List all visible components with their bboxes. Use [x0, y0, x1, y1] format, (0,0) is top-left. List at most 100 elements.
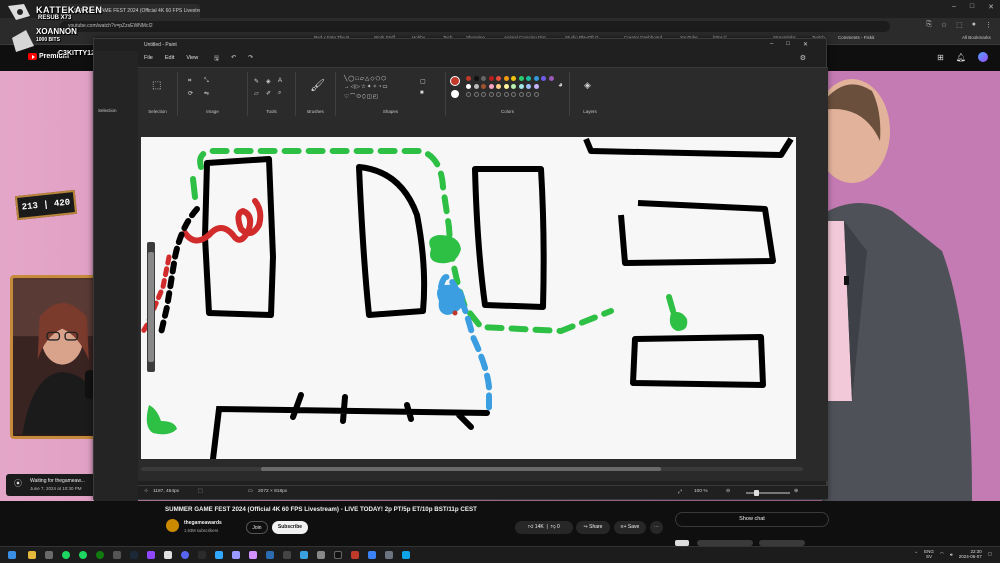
brush-icon[interactable]: 🖌︎ — [310, 78, 325, 92]
empty-color-slot[interactable] — [466, 92, 471, 97]
app-icon[interactable] — [317, 551, 325, 559]
app-icon[interactable] — [368, 551, 376, 559]
like-count[interactable]: 14K — [535, 524, 544, 530]
app-icon[interactable] — [300, 551, 308, 559]
color-swatch[interactable] — [496, 76, 501, 81]
selection-icon[interactable]: ⬚ — [152, 80, 161, 91]
fill-icon[interactable]: ◈ — [266, 78, 271, 85]
color-swatch[interactable] — [488, 76, 494, 81]
crop-icon[interactable]: ⌗ — [188, 78, 191, 85]
resize-icon[interactable]: ⤡ — [204, 78, 209, 85]
twitch-icon[interactable] — [147, 551, 155, 559]
subscribe-button[interactable]: Subscribe — [272, 521, 308, 534]
steam-icon[interactable] — [130, 551, 138, 559]
color-swatch[interactable] — [526, 76, 531, 81]
app-icon[interactable] — [385, 551, 393, 559]
file-explorer-icon[interactable] — [28, 551, 36, 559]
all-bookmarks[interactable]: All Bookmarks — [962, 35, 991, 40]
empty-color-slot[interactable] — [496, 92, 501, 97]
color-swatch[interactable] — [511, 84, 516, 89]
like-icon[interactable]: 👍︎ — [528, 524, 533, 530]
shapes-icon[interactable]: ╲◯□▱△◇⬠⬡ — [344, 76, 387, 82]
capcut-icon[interactable] — [334, 551, 342, 559]
secondary-color-swatch[interactable] — [451, 90, 459, 98]
maximize-icon[interactable]: □ — [786, 41, 790, 48]
color-swatch[interactable] — [548, 76, 554, 81]
empty-color-slot[interactable] — [526, 92, 531, 97]
text-icon[interactable]: A — [278, 78, 282, 84]
fit-icon[interactable]: ⤢ — [678, 489, 682, 495]
cast-icon[interactable]: ⎘ — [926, 21, 932, 29]
channel-name[interactable]: thegameawards — [184, 520, 222, 526]
color-swatch[interactable] — [488, 84, 494, 89]
bell-icon[interactable]: 🔔︎ — [956, 53, 966, 62]
fill-shape-icon[interactable]: ■ — [420, 90, 424, 96]
color-swatch[interactable] — [481, 84, 486, 89]
app-icon[interactable] — [266, 551, 274, 559]
network-icon[interactable]: ◠ — [940, 551, 944, 557]
extensions-icon[interactable]: ⬚ — [956, 21, 963, 29]
empty-color-slot[interactable] — [473, 92, 479, 97]
star-icon[interactable]: ☆ — [941, 21, 947, 29]
save-icon[interactable]: 🖫︎ — [214, 54, 219, 64]
menu-view[interactable]: View — [186, 55, 198, 61]
outline-icon[interactable]: ▢ — [420, 78, 426, 85]
settings-icon[interactable]: ⚙ — [800, 54, 806, 62]
color-swatch[interactable] — [518, 84, 524, 89]
color-swatch[interactable] — [511, 76, 516, 81]
color-swatch[interactable] — [496, 84, 501, 89]
maximize-icon[interactable]: □ — [970, 3, 974, 11]
empty-color-slot[interactable] — [518, 92, 524, 97]
minimize-icon[interactable]: – — [952, 3, 956, 11]
close-icon[interactable]: ✕ — [988, 3, 994, 11]
color-swatch[interactable] — [541, 76, 546, 81]
shapes-icon[interactable]: →◁▷☆✦✧◔▭ — [344, 84, 389, 90]
more-actions-icon[interactable]: ⋯ — [650, 521, 663, 534]
color-swatch[interactable] — [481, 76, 486, 81]
dislike-count[interactable]: 0 — [557, 524, 560, 530]
save-button[interactable]: ≡+ Save — [614, 521, 646, 534]
discord-icon[interactable] — [181, 551, 189, 559]
color-swatch[interactable] — [503, 84, 509, 89]
zoom-slider-knob[interactable] — [754, 490, 759, 496]
url-field[interactable]: youtube.com/watch?v=pZzsEWNMcI2 — [60, 21, 890, 32]
waiting-toast[interactable]: ⦿ Waiting for thegameaw... June 7, 2024 … — [6, 474, 96, 496]
color-wheel-icon[interactable]: ◕ — [558, 80, 563, 89]
zoom-slider[interactable] — [746, 490, 790, 496]
brush-size-slider[interactable] — [147, 242, 155, 372]
after-effects-icon[interactable] — [249, 551, 257, 559]
avatar[interactable] — [978, 52, 988, 62]
empty-color-slot[interactable] — [488, 92, 494, 97]
magnifier-icon[interactable]: ⌕ — [278, 90, 281, 97]
undo-icon[interactable]: ↶ — [231, 54, 236, 64]
zoom-out-icon[interactable]: ⊖ — [726, 489, 730, 494]
empty-color-slot[interactable] — [533, 92, 539, 97]
zoom-in-icon[interactable]: ⊕ — [794, 489, 798, 494]
paint-window[interactable]: Untitled - Paint – □ ✕ Selection File Ed… — [93, 38, 828, 501]
xbox-icon[interactable] — [96, 551, 104, 559]
share-button[interactable]: ↪ Share — [576, 521, 610, 534]
color-swatch[interactable] — [473, 84, 479, 89]
create-icon[interactable]: ⊞ — [937, 53, 944, 62]
app-icon[interactable] — [45, 551, 53, 559]
color-swatch[interactable] — [533, 76, 539, 81]
pencil-icon[interactable]: ✎ — [254, 78, 259, 85]
brush-size-thumb[interactable] — [148, 252, 154, 362]
color-swatch[interactable] — [466, 84, 471, 89]
redo-icon[interactable]: ↷ — [248, 54, 253, 64]
color-swatch[interactable] — [518, 76, 524, 81]
color-swatch[interactable] — [503, 76, 509, 81]
app-icon[interactable] — [164, 551, 172, 559]
menu-edit[interactable]: Edit — [165, 55, 174, 61]
tray-chevron-icon[interactable]: ⌃ — [914, 551, 918, 557]
chrome-icon[interactable] — [79, 551, 87, 559]
color-swatch[interactable] — [466, 76, 471, 81]
show-chat-button[interactable]: Show chat — [675, 512, 829, 527]
app-icon[interactable] — [198, 551, 206, 559]
start-icon[interactable] — [8, 551, 16, 559]
horizontal-scrollbar[interactable] — [141, 467, 803, 471]
language-indicator[interactable]: ENG SV — [924, 549, 934, 559]
empty-color-slot[interactable] — [503, 92, 509, 97]
empty-color-slot[interactable] — [481, 92, 486, 97]
flip-icon[interactable]: ⇋ — [204, 90, 209, 97]
